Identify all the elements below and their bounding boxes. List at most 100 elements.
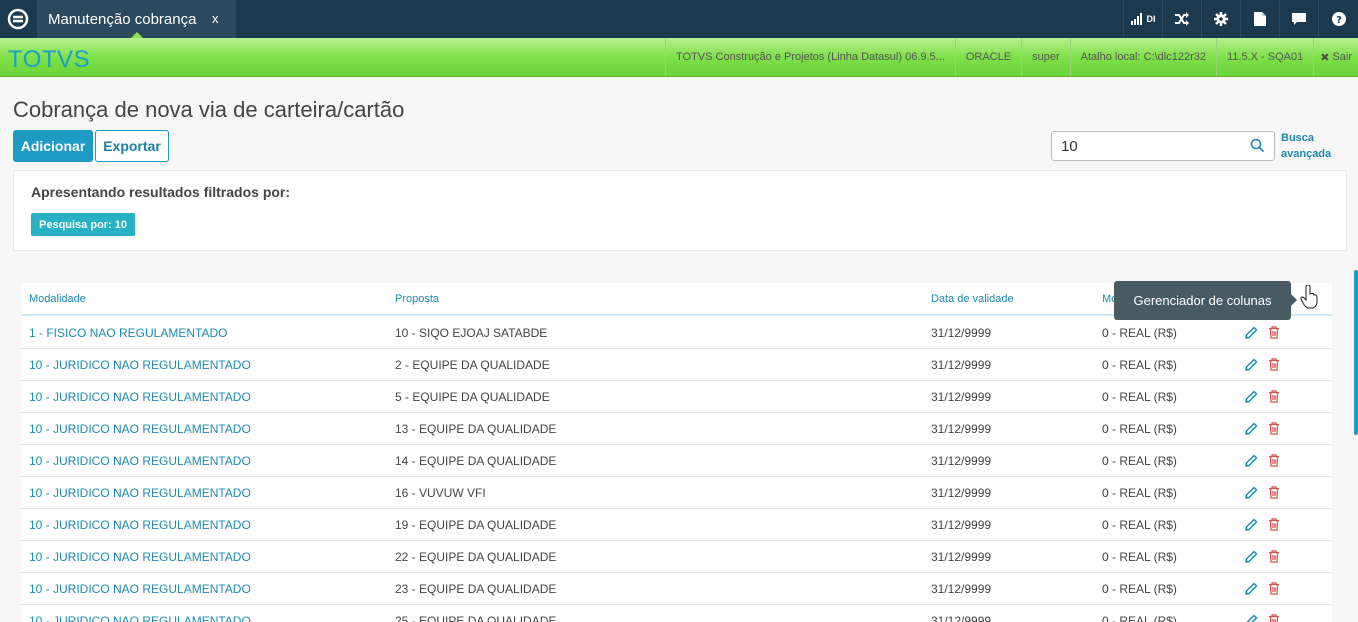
trash-icon[interactable] [1268, 358, 1280, 376]
export-button[interactable]: Exportar [95, 130, 169, 162]
cell-proposta: 25 - EQUIPE DA QUALIDADE [395, 614, 557, 622]
signal-label: DI [1146, 14, 1156, 24]
cell-validade: 31/12/9999 [931, 358, 992, 372]
column-header-validade[interactable]: Data de validade [931, 293, 1014, 305]
search-input[interactable]: 10 [1051, 131, 1275, 161]
edit-icon[interactable] [1245, 358, 1258, 376]
shuffle-icon[interactable] [1162, 0, 1201, 38]
trash-icon[interactable] [1268, 454, 1280, 472]
brand-logo: TOTVS [8, 46, 91, 73]
cell-validade: 31/12/9999 [931, 326, 992, 340]
top-bar: Manutenção cobrança x DI ? [0, 0, 1358, 38]
table-row[interactable]: 10 - JURIDICO NAO REGULAMENTADO 22 - EQUI… [21, 541, 1332, 573]
database-label: ORACLE [954, 38, 1021, 76]
edit-icon[interactable] [1245, 518, 1258, 536]
cell-moeda: 0 - REAL (R$) [1102, 582, 1177, 596]
advanced-search-line1: Busca [1281, 132, 1315, 144]
edit-icon[interactable] [1245, 550, 1258, 568]
cell-modalidade[interactable]: 10 - JURIDICO NAO REGULAMENTADO [29, 486, 251, 500]
user-label: super [1021, 38, 1070, 76]
trash-icon[interactable] [1268, 422, 1280, 440]
table-row[interactable]: 10 - JURIDICO NAO REGULAMENTADO 5 - EQUIP… [21, 381, 1332, 413]
advanced-search-link[interactable]: Busca avançada [1281, 130, 1331, 162]
cell-proposta: 22 - EQUIPE DA QUALIDADE [395, 550, 557, 564]
tooltip-arrow [1291, 294, 1297, 306]
edit-icon[interactable] [1245, 582, 1258, 600]
cell-modalidade[interactable]: 10 - JURIDICO NAO REGULAMENTADO [29, 614, 251, 622]
cell-modalidade[interactable]: 10 - JURIDICO NAO REGULAMENTADO [29, 422, 251, 436]
cell-proposta: 13 - EQUIPE DA QUALIDADE [395, 422, 557, 436]
system-name[interactable]: TOTVS Construção e Projetos (Linha Datas… [665, 38, 955, 76]
gear-icon[interactable] [1201, 0, 1240, 38]
cell-proposta: 10 - SIQO EJOAJ SATABDE [395, 326, 548, 340]
cell-validade: 31/12/9999 [931, 486, 992, 500]
trash-icon[interactable] [1268, 326, 1280, 344]
filter-panel: Apresentando resultados filtrados por: P… [13, 170, 1347, 251]
table-row[interactable]: 10 - JURIDICO NAO REGULAMENTADO 25 - EQUI… [21, 605, 1332, 622]
cell-modalidade[interactable]: 10 - JURIDICO NAO REGULAMENTADO [29, 454, 251, 468]
cell-modalidade[interactable]: 10 - JURIDICO NAO REGULAMENTADO [29, 582, 251, 596]
edit-icon[interactable] [1245, 390, 1258, 408]
table-row[interactable]: 10 - JURIDICO NAO REGULAMENTADO 23 - EQUI… [21, 573, 1332, 605]
table-row[interactable]: 10 - JURIDICO NAO REGULAMENTADO 19 - EQUI… [21, 509, 1332, 541]
edit-icon[interactable] [1245, 454, 1258, 472]
edit-icon[interactable] [1245, 486, 1258, 504]
edit-icon[interactable] [1245, 422, 1258, 440]
edit-icon[interactable] [1245, 614, 1258, 622]
cell-moeda: 0 - REAL (R$) [1102, 390, 1177, 404]
filter-tag[interactable]: Pesquisa por: 10 [31, 213, 136, 236]
column-header-proposta[interactable]: Proposta [395, 293, 439, 305]
cell-validade: 31/12/9999 [931, 422, 992, 436]
logout-button[interactable]: ✖ Sair [1313, 38, 1358, 76]
signal-di-icon[interactable]: DI [1123, 0, 1162, 38]
cell-moeda: 0 - REAL (R$) [1102, 358, 1177, 372]
cell-moeda: 0 - REAL (R$) [1102, 486, 1177, 500]
cell-validade: 31/12/9999 [931, 614, 992, 622]
search-value: 10 [1061, 137, 1078, 155]
column-manager-tooltip: Gerenciador de colunas [1114, 281, 1291, 320]
edit-icon[interactable] [1245, 326, 1258, 344]
cell-proposta: 19 - EQUIPE DA QUALIDADE [395, 518, 557, 532]
cell-proposta: 2 - EQUIPE DA QUALIDADE [395, 358, 550, 372]
cell-proposta: 5 - EQUIPE DA QUALIDADE [395, 390, 550, 404]
cell-modalidade[interactable]: 10 - JURIDICO NAO REGULAMENTADO [29, 358, 251, 372]
help-icon[interactable]: ? [1318, 0, 1358, 38]
cell-validade: 31/12/9999 [931, 454, 992, 468]
cell-modalidade[interactable]: 10 - JURIDICO NAO REGULAMENTADO [29, 550, 251, 564]
results-table: Modalidade Proposta Data de validade Mo … [21, 283, 1332, 622]
top-icon-bar: DI ? [1123, 0, 1358, 38]
table-row[interactable]: 10 - JURIDICO NAO REGULAMENTADO 14 - EQUI… [21, 445, 1332, 477]
table-row[interactable]: 10 - JURIDICO NAO REGULAMENTADO 2 - EQUIP… [21, 349, 1332, 381]
logout-label: Sair [1332, 51, 1352, 63]
page-title: Cobrança de nova via de carteira/cartão [13, 97, 405, 122]
add-button[interactable]: Adicionar [13, 130, 93, 162]
search-icon[interactable] [1250, 138, 1265, 157]
table-row[interactable]: 10 - JURIDICO NAO REGULAMENTADO 13 - EQUI… [21, 413, 1332, 445]
trash-icon[interactable] [1268, 486, 1280, 504]
trash-icon[interactable] [1268, 518, 1280, 536]
cell-proposta: 23 - EQUIPE DA QUALIDADE [395, 582, 557, 596]
cell-modalidade[interactable]: 10 - JURIDICO NAO REGULAMENTADO [29, 390, 251, 404]
trash-icon[interactable] [1268, 550, 1280, 568]
trash-icon[interactable] [1268, 614, 1280, 622]
session-info: TOTVS Construção e Projetos (Linha Datas… [665, 38, 1358, 76]
totvs-logo-icon[interactable] [0, 0, 36, 38]
trash-icon[interactable] [1268, 582, 1280, 600]
table-row[interactable]: 1 - FISICO NAO REGULAMENTADO 10 - SIQO EJ… [21, 317, 1332, 349]
shortcut-label: Atalho local: C:\dlc122r32 [1069, 38, 1216, 76]
trash-icon[interactable] [1268, 390, 1280, 408]
cell-validade: 31/12/9999 [931, 550, 992, 564]
tab-close-button[interactable]: x [212, 11, 219, 26]
column-header-modalidade[interactable]: Modalidade [29, 293, 86, 305]
scrollbar[interactable] [1354, 270, 1358, 435]
chat-icon[interactable] [1279, 0, 1318, 38]
cell-modalidade[interactable]: 1 - FISICO NAO REGULAMENTADO [29, 326, 227, 340]
cell-moeda: 0 - REAL (R$) [1102, 422, 1177, 436]
cell-proposta: 14 - EQUIPE DA QUALIDADE [395, 454, 557, 468]
table-row[interactable]: 10 - JURIDICO NAO REGULAMENTADO 16 - VUVU… [21, 477, 1332, 509]
cell-validade: 31/12/9999 [931, 582, 992, 596]
document-icon[interactable] [1240, 0, 1279, 38]
header-bar: TOTVS TOTVS Construção e Projetos (Linha… [0, 38, 1358, 77]
cell-modalidade[interactable]: 10 - JURIDICO NAO REGULAMENTADO [29, 518, 251, 532]
filter-title: Apresentando resultados filtrados por: [31, 184, 291, 200]
